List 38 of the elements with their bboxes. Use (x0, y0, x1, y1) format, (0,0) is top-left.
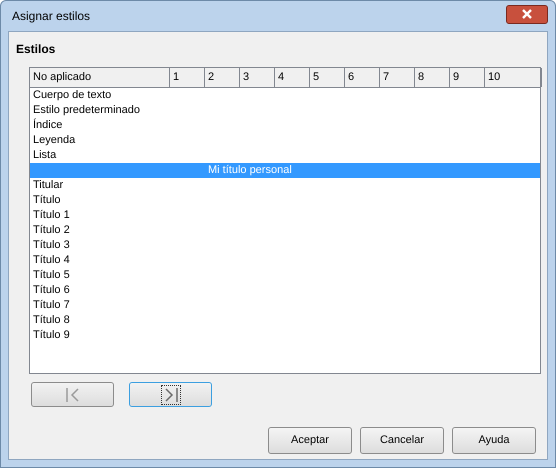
style-name: Título 9 (32, 328, 70, 343)
dialog-button[interactable]: Ayuda (452, 427, 536, 454)
style-name: Título 5 (32, 268, 70, 283)
column-header[interactable]: 3 (240, 68, 275, 87)
style-name: Cuerpo de texto (32, 88, 112, 103)
dialog-button[interactable]: Aceptar (268, 427, 352, 454)
style-name: Título 6 (32, 283, 70, 298)
column-header[interactable]: 4 (275, 68, 310, 87)
move-right-button[interactable] (129, 382, 212, 407)
column-header[interactable]: 7 (380, 68, 415, 87)
style-name: Título 7 (32, 298, 70, 313)
section-title: Estilos (16, 41, 56, 58)
style-name: Título 8 (32, 313, 70, 328)
move-right-icon (162, 386, 180, 404)
style-name: Mi título personal (207, 163, 292, 178)
column-header[interactable]: 9 (450, 68, 485, 87)
style-name: Índice (32, 118, 62, 133)
style-name: Título 1 (32, 208, 70, 223)
style-name: Título 3 (32, 238, 70, 253)
dialog-button[interactable]: Cancelar (360, 427, 444, 454)
column-header[interactable]: 5 (310, 68, 345, 87)
close-icon (521, 9, 533, 19)
column-header[interactable]: 8 (415, 68, 450, 87)
column-header[interactable]: No aplicado (30, 68, 170, 87)
style-name: Título 4 (32, 253, 70, 268)
column-header[interactable]: 10 (485, 68, 542, 87)
move-left-icon (64, 386, 82, 404)
style-name: Título 2 (32, 223, 70, 238)
style-name: Leyenda (32, 133, 76, 148)
style-name: Lista (32, 148, 56, 163)
column-header[interactable]: 1 (170, 68, 205, 87)
close-button[interactable] (506, 4, 548, 24)
style-name: Titular (32, 178, 64, 193)
style-name: Título (32, 193, 61, 208)
window-title: Asignar estilos (11, 8, 90, 25)
column-header[interactable]: 2 (205, 68, 240, 87)
style-name: Estilo predeterminado (32, 103, 140, 118)
column-header[interactable]: 6 (345, 68, 380, 87)
